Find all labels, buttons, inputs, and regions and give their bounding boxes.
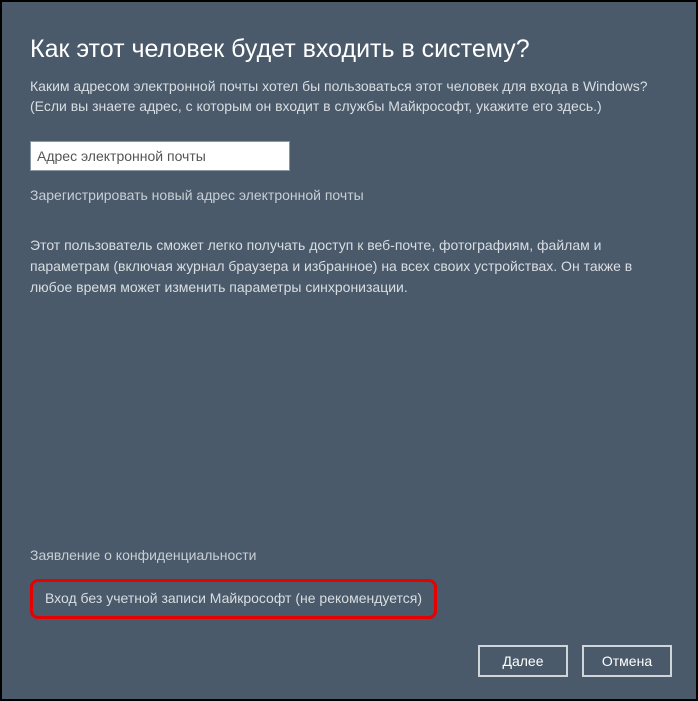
cancel-button[interactable]: Отмена [582,645,672,677]
button-bar: Далее Отмена [478,645,672,677]
dialog-title: Как этот человек будет входить в систему… [30,34,668,64]
no-microsoft-account-label: Вход без учетной записи Майкрософт (не р… [45,590,422,606]
email-input[interactable] [30,141,290,171]
bottom-links: Заявление о конфиденциальности Вход без … [30,547,668,619]
register-email-link[interactable]: Зарегистрировать новый адрес электронной… [30,187,364,203]
privacy-link[interactable]: Заявление о конфиденциальности [30,547,668,563]
sync-description: Этот пользователь сможет легко получать … [30,235,668,298]
next-button[interactable]: Далее [478,645,568,677]
account-signin-dialog: Как этот человек будет входить в систему… [0,0,698,701]
dialog-subtitle: Каким адресом электронной почты хотел бы… [30,76,668,117]
dialog-content: Как этот человек будет входить в систему… [2,2,696,298]
no-microsoft-account-link[interactable]: Вход без учетной записи Майкрософт (не р… [30,579,437,619]
